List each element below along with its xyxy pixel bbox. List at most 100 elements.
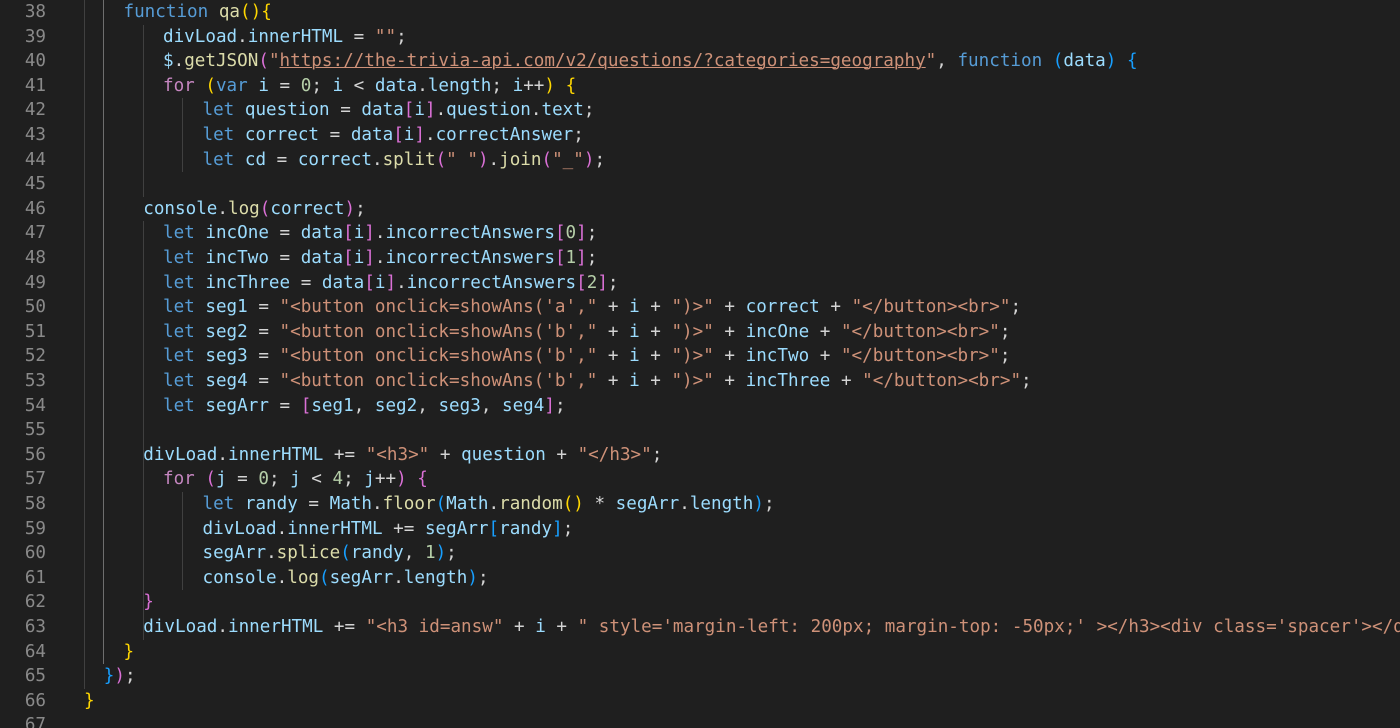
code-token[interactable]: https://the-trivia-api.com/v2/questions/… (280, 51, 926, 71)
code-token: "</button><br>" (840, 346, 1000, 367)
code-token: < (343, 75, 375, 96)
code-token: . (488, 494, 500, 514)
code-text: } (84, 689, 95, 714)
code-token: let (163, 346, 206, 367)
code-token: ( (259, 198, 271, 219)
code-token: data (300, 248, 344, 268)
code-token: ; (607, 272, 619, 293)
code-token: [ (343, 223, 354, 244)
code-token: question (446, 100, 531, 121)
code-token: i (629, 297, 640, 318)
code-token: $ (163, 51, 174, 72)
code-token: < (300, 469, 333, 490)
code-token: log (228, 198, 260, 219)
code-token: [ (403, 100, 415, 121)
code-token: [ (576, 272, 587, 293)
code-token: " (268, 51, 280, 72)
code-token: [ (554, 223, 566, 244)
code-token: = (268, 248, 301, 268)
code-text: let seg4 = "<button onclick=showAns('b',… (163, 369, 1032, 394)
code-token: let (202, 125, 245, 145)
code-token: randy (350, 543, 404, 564)
code-token: [ (488, 518, 500, 539)
code-text: console.log(correct); (143, 197, 365, 222)
code-token: ; (651, 444, 663, 465)
code-token: ; (343, 469, 365, 490)
code-token: let (163, 395, 206, 416)
code-token: } (84, 690, 95, 711)
code-token: function (123, 2, 219, 22)
code-token: + (713, 297, 746, 318)
code-token: { (261, 2, 272, 22)
code-token: i (512, 75, 524, 96)
code-token: " " (446, 149, 478, 170)
code-text: divLoad.innerHTML += segArr[randy]; (203, 517, 574, 542)
code-token: " style='margin-left: 200px; margin-top:… (577, 617, 1400, 637)
code-token: ] (552, 518, 563, 539)
code-token: = (268, 75, 301, 96)
code-token: "<h3>" (365, 444, 430, 465)
code-token: + (713, 346, 746, 367)
code-text: divLoad.innerHTML += "<h3 id=answ" + i +… (143, 615, 1400, 640)
code-token: 2 (586, 272, 598, 293)
line-number: 43 (24, 125, 46, 145)
code-token: ( (205, 469, 216, 490)
code-token: ; (763, 494, 775, 514)
code-token: incTwo (205, 248, 269, 268)
code-token: j (364, 469, 375, 490)
code-token: qa (218, 2, 241, 22)
code-token: innerHTML (228, 444, 324, 465)
code-token: = (268, 223, 301, 244)
code-token: let (163, 248, 206, 268)
code-text: segArr.splice(randy, 1); (203, 541, 457, 566)
line-number: 64 (24, 641, 46, 662)
line-number: 62 (24, 592, 46, 613)
line-number: 65 (24, 666, 46, 687)
code-token: + (819, 297, 852, 318)
code-token: , (417, 395, 439, 416)
code-token: seg3 (205, 346, 248, 367)
code-token: ] (576, 248, 587, 268)
code-token: 0 (258, 469, 269, 490)
code-token: ] (424, 100, 436, 121)
line-number: 59 (24, 518, 46, 539)
code-token: correct (745, 297, 820, 318)
code-text: let incOne = data[i].incorrectAnswers[0]… (163, 221, 597, 246)
code-line: 67 (0, 713, 1400, 728)
code-text: divLoad.innerHTML = ""; (163, 25, 407, 50)
code-token: . (372, 149, 383, 170)
code-token: ")>" (671, 321, 714, 342)
code-text: let question = data[i].question.text; (203, 98, 595, 123)
line-number: 40 (24, 51, 46, 72)
code-token: + (713, 321, 746, 342)
line-number: 50 (24, 297, 46, 318)
code-token: 4 (332, 469, 344, 490)
code-token: 0 (300, 75, 312, 96)
code-line: 44 let cd = correct.split(" ").join("_"); (0, 148, 1400, 173)
code-token: ; (573, 125, 584, 145)
code-token: "<h3 id=answ" (365, 617, 504, 637)
line-number: 58 (24, 494, 46, 514)
code-token: "<button onclick=showAns('b'," (279, 371, 598, 391)
code-token: incTwo (745, 346, 810, 367)
code-token: random (499, 494, 563, 514)
code-token: incOne (205, 223, 269, 244)
code-line: 61 console.log(segArr.length); (0, 566, 1400, 591)
code-token: ] (364, 248, 375, 268)
code-token: + (639, 346, 672, 367)
code-editor[interactable]: 38 function qa(){39 divLoad.innerHTML = ""… (0, 0, 1400, 728)
line-number: 66 (24, 690, 46, 711)
line-number: 67 (24, 715, 46, 728)
code-token: . (173, 51, 185, 72)
code-token: ] (544, 395, 555, 416)
code-text: let incTwo = data[i].incorrectAnswers[1]… (163, 246, 597, 271)
code-token: = (247, 297, 280, 318)
code-token: floor (382, 494, 436, 514)
code-token: getJSON (184, 51, 259, 72)
code-token: incThree (205, 272, 291, 293)
code-line: 43 let correct = data[i].correctAnswer; (0, 123, 1400, 148)
code-token: innerHTML (247, 26, 344, 47)
code-token: i (629, 371, 640, 391)
code-token: ) (435, 543, 447, 564)
code-token: ) (250, 2, 262, 22)
